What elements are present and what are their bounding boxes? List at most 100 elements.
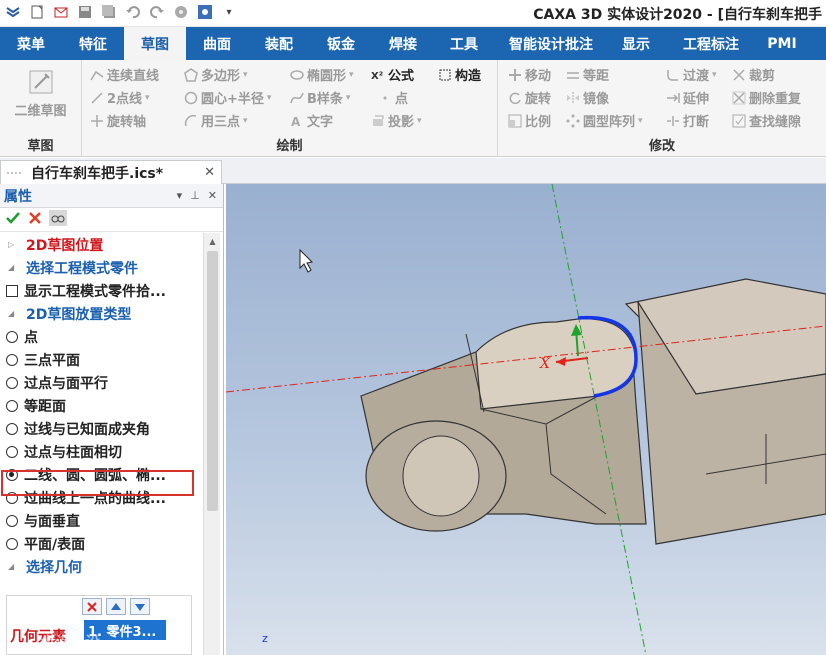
customize-icon[interactable]: ▾ xyxy=(220,3,238,21)
radio-button[interactable] xyxy=(6,330,18,343)
placement-option[interactable]: 三点平面 xyxy=(0,348,203,371)
placement-option-label: 三点平面 xyxy=(24,352,80,369)
radio-button[interactable] xyxy=(6,514,18,527)
dropdown-icon[interactable]: ▾ xyxy=(177,189,183,202)
mail-icon[interactable] xyxy=(52,3,70,21)
placement-option-label: 点 xyxy=(24,329,38,346)
sketch-2d-icon xyxy=(27,68,55,100)
ribbon-panel: 二维草图 草图 连续直线 多边形 ▾ 椭圆形 ▾ X² 公式 构造 2点线 ▾ … xyxy=(0,60,826,157)
placement-option[interactable]: 过点与面平行 xyxy=(0,371,203,394)
scale-button[interactable]: 比例 xyxy=(508,111,551,130)
3d-viewport[interactable]: X z xyxy=(226,184,826,655)
move-up-icon[interactable] xyxy=(106,598,126,615)
save-icon[interactable] xyxy=(76,3,94,21)
ribbon-tab[interactable]: 钣金 xyxy=(310,27,372,60)
fillet-button[interactable]: 过渡 ▾ xyxy=(666,65,717,84)
break-button[interactable]: 打断 xyxy=(666,111,709,130)
close-icon[interactable]: ✕ xyxy=(208,189,217,202)
preview-icon[interactable] xyxy=(49,209,67,230)
polyline-button[interactable]: 连续直线 xyxy=(90,65,159,84)
sketch-2d-button[interactable]: 二维草图 xyxy=(0,100,81,119)
placement-option-label: 与面垂直 xyxy=(24,513,80,530)
ribbon-group-draw: 连续直线 多边形 ▾ 椭圆形 ▾ X² 公式 构造 2点线 ▾ 圆心+半径 ▾ … xyxy=(82,60,498,157)
svg-text:A: A xyxy=(291,115,301,128)
section-sketch-placement[interactable]: ▷ 2D草图位置 xyxy=(0,233,203,256)
placement-option[interactable]: 与面垂直 xyxy=(0,509,203,532)
placement-option[interactable]: 过点与柱面相切 xyxy=(0,440,203,463)
ribbon-tab[interactable]: 曲面 xyxy=(186,27,248,60)
text-button[interactable]: A 文字 xyxy=(290,111,333,131)
section-select-part[interactable]: ◢ 选择工程模式零件 xyxy=(0,256,203,279)
ribbon-tab[interactable]: 工程标注 xyxy=(664,27,758,60)
settings-icon[interactable] xyxy=(172,3,190,21)
radio-button[interactable] xyxy=(6,422,18,435)
ribbon-group-label-modify: 修改 xyxy=(648,139,675,154)
remove-duplicates-button[interactable]: 删除重复 xyxy=(732,88,801,107)
save-all-icon[interactable] xyxy=(100,3,118,21)
project-button[interactable]: 投影 ▾ xyxy=(371,111,422,130)
show-part-label: 显示工程模式零件拾... xyxy=(24,283,166,300)
panel-scrollbar[interactable]: ▲ xyxy=(203,233,220,655)
properties-panel: 属性 ▾ ⊥ ✕ ▷ 2D草图位置 ◢ 选择工程模式零件 显示工程模式零件拾..… xyxy=(0,184,224,655)
circular-pattern-button[interactable]: 圆型阵列 ▾ xyxy=(566,111,643,130)
undo-icon[interactable] xyxy=(124,3,142,21)
section-place-type[interactable]: ◢ 2D草图放置类型 xyxy=(0,302,203,325)
menu-icon[interactable] xyxy=(4,3,22,21)
chevron-down-icon: ▾ xyxy=(417,115,422,126)
mouse-cursor-icon xyxy=(299,248,314,273)
pin-icon[interactable]: ⊥ xyxy=(190,189,200,202)
offset-icon xyxy=(566,68,580,82)
panel-toolbar xyxy=(0,208,223,232)
ribbon-tab[interactable]: 菜单 xyxy=(0,27,62,60)
move-down-icon[interactable] xyxy=(130,598,150,615)
show-part-checkbox[interactable] xyxy=(6,284,18,297)
move-label: 移动 xyxy=(525,69,552,84)
placement-option[interactable]: 点 xyxy=(0,325,203,348)
placement-option[interactable]: 等距面 xyxy=(0,394,203,417)
show-part-checkbox-row[interactable]: 显示工程模式零件拾... xyxy=(0,279,203,302)
scroll-thumb[interactable] xyxy=(207,251,218,511)
scroll-up-icon[interactable]: ▲ xyxy=(204,233,221,249)
bspline-button[interactable]: B样条 ▾ xyxy=(290,88,350,107)
polygon-button[interactable]: 多边形 ▾ xyxy=(184,65,248,84)
ribbon-tab[interactable]: 显示 xyxy=(608,27,664,60)
redo-icon[interactable] xyxy=(148,3,166,21)
delete-icon[interactable] xyxy=(82,598,102,615)
cancel-icon[interactable] xyxy=(27,210,43,230)
check-icon[interactable] xyxy=(5,210,21,230)
rotation-axis-button[interactable]: 旋转轴 xyxy=(90,111,146,130)
rotate-button[interactable]: 旋转 xyxy=(508,88,551,107)
ribbon-tab[interactable]: 装配 xyxy=(248,27,310,60)
find-gaps-button[interactable]: 查找缝隙 xyxy=(732,111,801,130)
document-tab[interactable]: 自行车刹车把手.ics* ✕ xyxy=(0,160,222,184)
two-point-line-button[interactable]: 2点线 ▾ xyxy=(90,88,150,107)
placement-option[interactable]: 平面/表面 xyxy=(0,532,203,555)
style-icon[interactable] xyxy=(196,3,214,21)
radio-button[interactable] xyxy=(6,445,18,458)
ribbon-tab[interactable]: 智能设计批注 xyxy=(494,27,608,60)
construct-button[interactable]: 构造 xyxy=(438,65,481,84)
ribbon-tab[interactable]: PMI xyxy=(758,27,806,60)
radio-button[interactable] xyxy=(6,537,18,550)
ellipse-button[interactable]: 椭圆形 ▾ xyxy=(290,65,354,84)
three-point-arc-button[interactable]: 用三点 ▾ xyxy=(184,111,248,130)
ribbon-tab[interactable]: 草图 xyxy=(124,27,186,60)
ribbon-tab[interactable]: 特征 xyxy=(62,27,124,60)
extend-button[interactable]: 延伸 xyxy=(666,88,709,107)
ribbon-tab[interactable]: 工具 xyxy=(434,27,494,60)
radio-button[interactable] xyxy=(6,376,18,389)
close-icon[interactable]: ✕ xyxy=(204,165,215,180)
trim-button[interactable]: 裁剪 xyxy=(732,65,775,84)
offset-button[interactable]: 等距 xyxy=(566,65,609,84)
formula-button[interactable]: X² 公式 xyxy=(371,65,414,84)
radio-button[interactable] xyxy=(6,353,18,366)
mirror-button[interactable]: 镜像 xyxy=(566,88,609,107)
new-icon[interactable] xyxy=(28,3,46,21)
ribbon-tab[interactable]: 焊接 xyxy=(372,27,434,60)
placement-option[interactable]: 过线与已知面成夹角 xyxy=(0,417,203,440)
section-select-geometry[interactable]: ◢ 选择几何 xyxy=(0,555,203,578)
point-button[interactable]: 点 xyxy=(378,88,408,107)
radio-button[interactable] xyxy=(6,399,18,412)
circle-center-radius-button[interactable]: 圆心+半径 ▾ xyxy=(184,88,271,107)
move-button[interactable]: 移动 xyxy=(508,65,551,84)
